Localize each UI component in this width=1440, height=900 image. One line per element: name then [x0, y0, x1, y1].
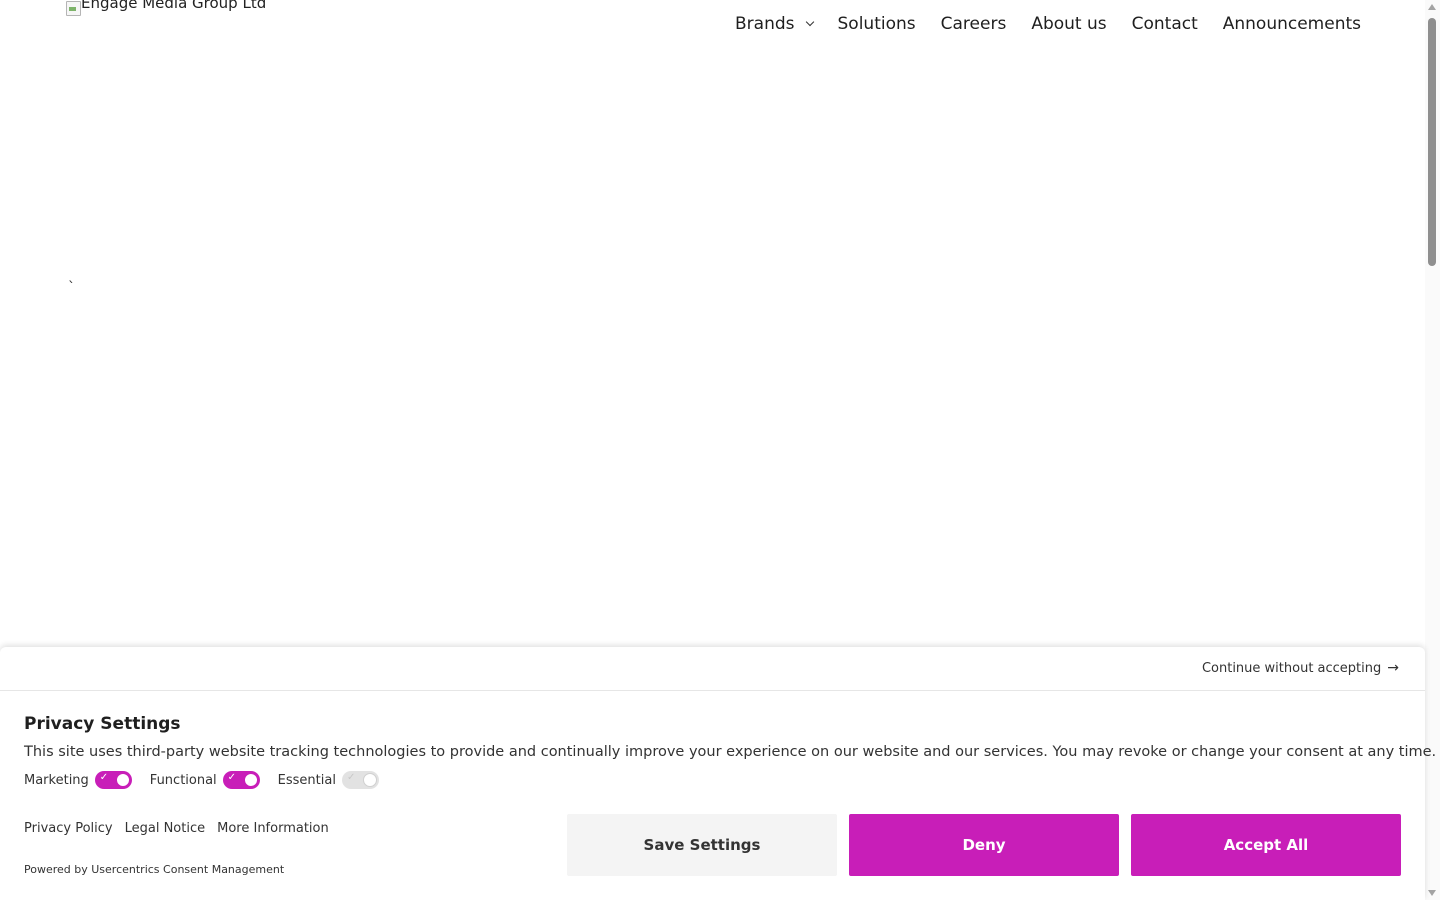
save-settings-button[interactable]: Save Settings: [567, 814, 837, 876]
functional-toggle[interactable]: ✓: [222, 771, 260, 789]
deny-button[interactable]: Deny: [849, 814, 1119, 876]
toggle-label: Marketing: [24, 772, 89, 788]
consent-toggles: Marketing ✓ Functional ✓ Essential ✓: [24, 771, 397, 789]
marketing-toggle[interactable]: ✓: [94, 771, 132, 789]
nav-item-label: Careers: [940, 14, 1007, 34]
nav-item-label: Announcements: [1222, 14, 1361, 34]
scroll-up-icon[interactable]: [1428, 4, 1436, 10]
toggle-group-marketing: Marketing ✓: [24, 771, 132, 789]
main-nav: Brands Solutions Careers About us Contac…: [710, 14, 1361, 34]
broken-image-icon: [65, 0, 81, 16]
logo-alt-text: Engage Media Group Ltd: [81, 0, 267, 12]
nav-item-label: About us: [1031, 14, 1107, 34]
toggle-knob: [243, 773, 258, 787]
scroll-down-icon[interactable]: [1428, 890, 1436, 896]
toggle-group-essential: Essential ✓: [278, 771, 379, 789]
more-information-link[interactable]: More Information: [217, 821, 329, 836]
check-icon: ✓: [346, 772, 356, 783]
vertical-scrollbar[interactable]: [1425, 0, 1440, 900]
check-icon: ✓: [227, 772, 237, 783]
scrollbar-thumb[interactable]: [1428, 18, 1436, 266]
banner-top-bar: Continue without accepting →: [0, 647, 1425, 691]
toggle-label: Essential: [277, 772, 336, 788]
arrow-right-icon: →: [1387, 660, 1399, 676]
legal-notice-link[interactable]: Legal Notice: [125, 821, 206, 836]
privacy-description: This site uses third-party website track…: [24, 744, 1437, 760]
nav-item-label: Contact: [1131, 14, 1198, 34]
essential-toggle: ✓: [341, 771, 379, 789]
continue-label: Continue without accepting: [1201, 660, 1382, 676]
consent-links: Privacy Policy Legal Notice More Informa…: [24, 821, 341, 836]
nav-item-label: Solutions: [837, 14, 916, 34]
chevron-down-icon: [805, 17, 814, 27]
nav-item-about-us[interactable]: About us: [1031, 14, 1106, 34]
toggle-knob: [362, 773, 377, 787]
check-icon: ✓: [99, 772, 109, 783]
continue-without-accepting-link[interactable]: Continue without accepting →: [1202, 660, 1399, 676]
toggle-label: Functional: [149, 772, 217, 788]
stray-character: `: [68, 280, 75, 296]
privacy-policy-link[interactable]: Privacy Policy: [24, 821, 113, 836]
nav-item-label: Brands: [735, 14, 795, 34]
nav-item-brands[interactable]: Brands: [735, 14, 814, 34]
powered-by-text: Powered by Usercentrics Consent Manageme…: [24, 863, 285, 876]
accept-all-button[interactable]: Accept All: [1131, 814, 1401, 876]
nav-item-contact[interactable]: Contact: [1132, 14, 1198, 34]
nav-item-announcements[interactable]: Announcements: [1223, 14, 1361, 34]
toggle-group-functional: Functional ✓: [150, 771, 260, 789]
logo[interactable]: Engage Media Group Ltd: [65, 0, 266, 16]
nav-item-careers[interactable]: Careers: [941, 14, 1007, 34]
nav-item-solutions[interactable]: Solutions: [838, 14, 916, 34]
privacy-settings-title: Privacy Settings: [24, 714, 181, 734]
site-header: Engage Media Group Ltd Brands Solutions …: [0, 0, 1425, 60]
cookie-consent-banner: Continue without accepting → Privacy Set…: [0, 647, 1436, 900]
toggle-knob: [115, 773, 130, 787]
